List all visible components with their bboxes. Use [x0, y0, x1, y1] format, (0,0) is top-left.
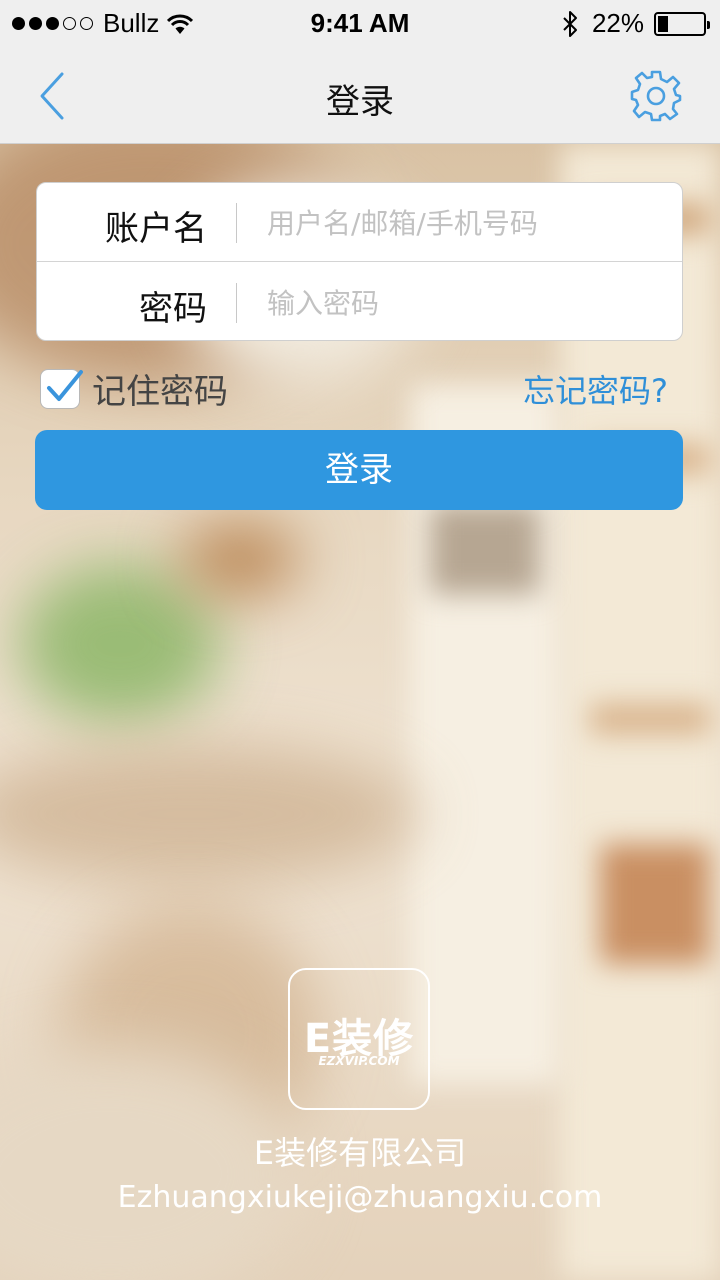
remember-checkbox[interactable] [40, 368, 83, 409]
username-input[interactable] [267, 197, 657, 249]
signal-dot [80, 17, 93, 30]
remember-label: 记住密码 [92, 372, 228, 412]
company-email: Ezhuangxiukeji@zhuangxiu.com [117, 1180, 603, 1215]
company-logo: E装修 EZXVIP.COM [288, 968, 430, 1110]
username-row: 账户名 [37, 183, 682, 262]
login-form: 账户名 密码 [36, 182, 683, 341]
status-bar: Bullz 9:41 AM 22% [0, 0, 720, 48]
status-right: 22% [562, 8, 710, 39]
divider [236, 283, 237, 323]
remember-password-toggle[interactable]: 记住密码 [40, 364, 228, 413]
company-name: E装修有限公司 [253, 1134, 467, 1172]
checkmark-icon [47, 369, 83, 401]
password-input[interactable] [267, 277, 657, 329]
signal-dot [63, 17, 76, 30]
signal-carrier: Bullz [12, 8, 194, 39]
gear-icon [630, 70, 682, 122]
divider [236, 203, 237, 243]
carrier-name: Bullz [103, 8, 160, 38]
signal-dot [46, 17, 59, 30]
wifi-icon [167, 14, 194, 34]
settings-button[interactable] [628, 68, 684, 124]
battery-percent: 22% [591, 8, 644, 38]
page-title: 登录 [326, 82, 394, 122]
password-label: 密码 [139, 289, 207, 329]
signal-dot [12, 17, 25, 30]
signal-dot [29, 17, 42, 30]
login-button[interactable]: 登录 [35, 430, 683, 510]
back-button[interactable] [26, 70, 76, 122]
password-row: 密码 [37, 263, 682, 340]
logo-subtext: EZXVIP.COM [318, 1054, 400, 1068]
battery-icon [654, 11, 710, 36]
chevron-left-icon [40, 72, 64, 120]
nav-bar: 登录 [0, 48, 720, 144]
bluetooth-icon [563, 10, 577, 37]
battery-level [658, 15, 668, 32]
username-label: 账户名 [105, 209, 207, 249]
forgot-password-link[interactable]: 忘记密码? [523, 366, 668, 412]
